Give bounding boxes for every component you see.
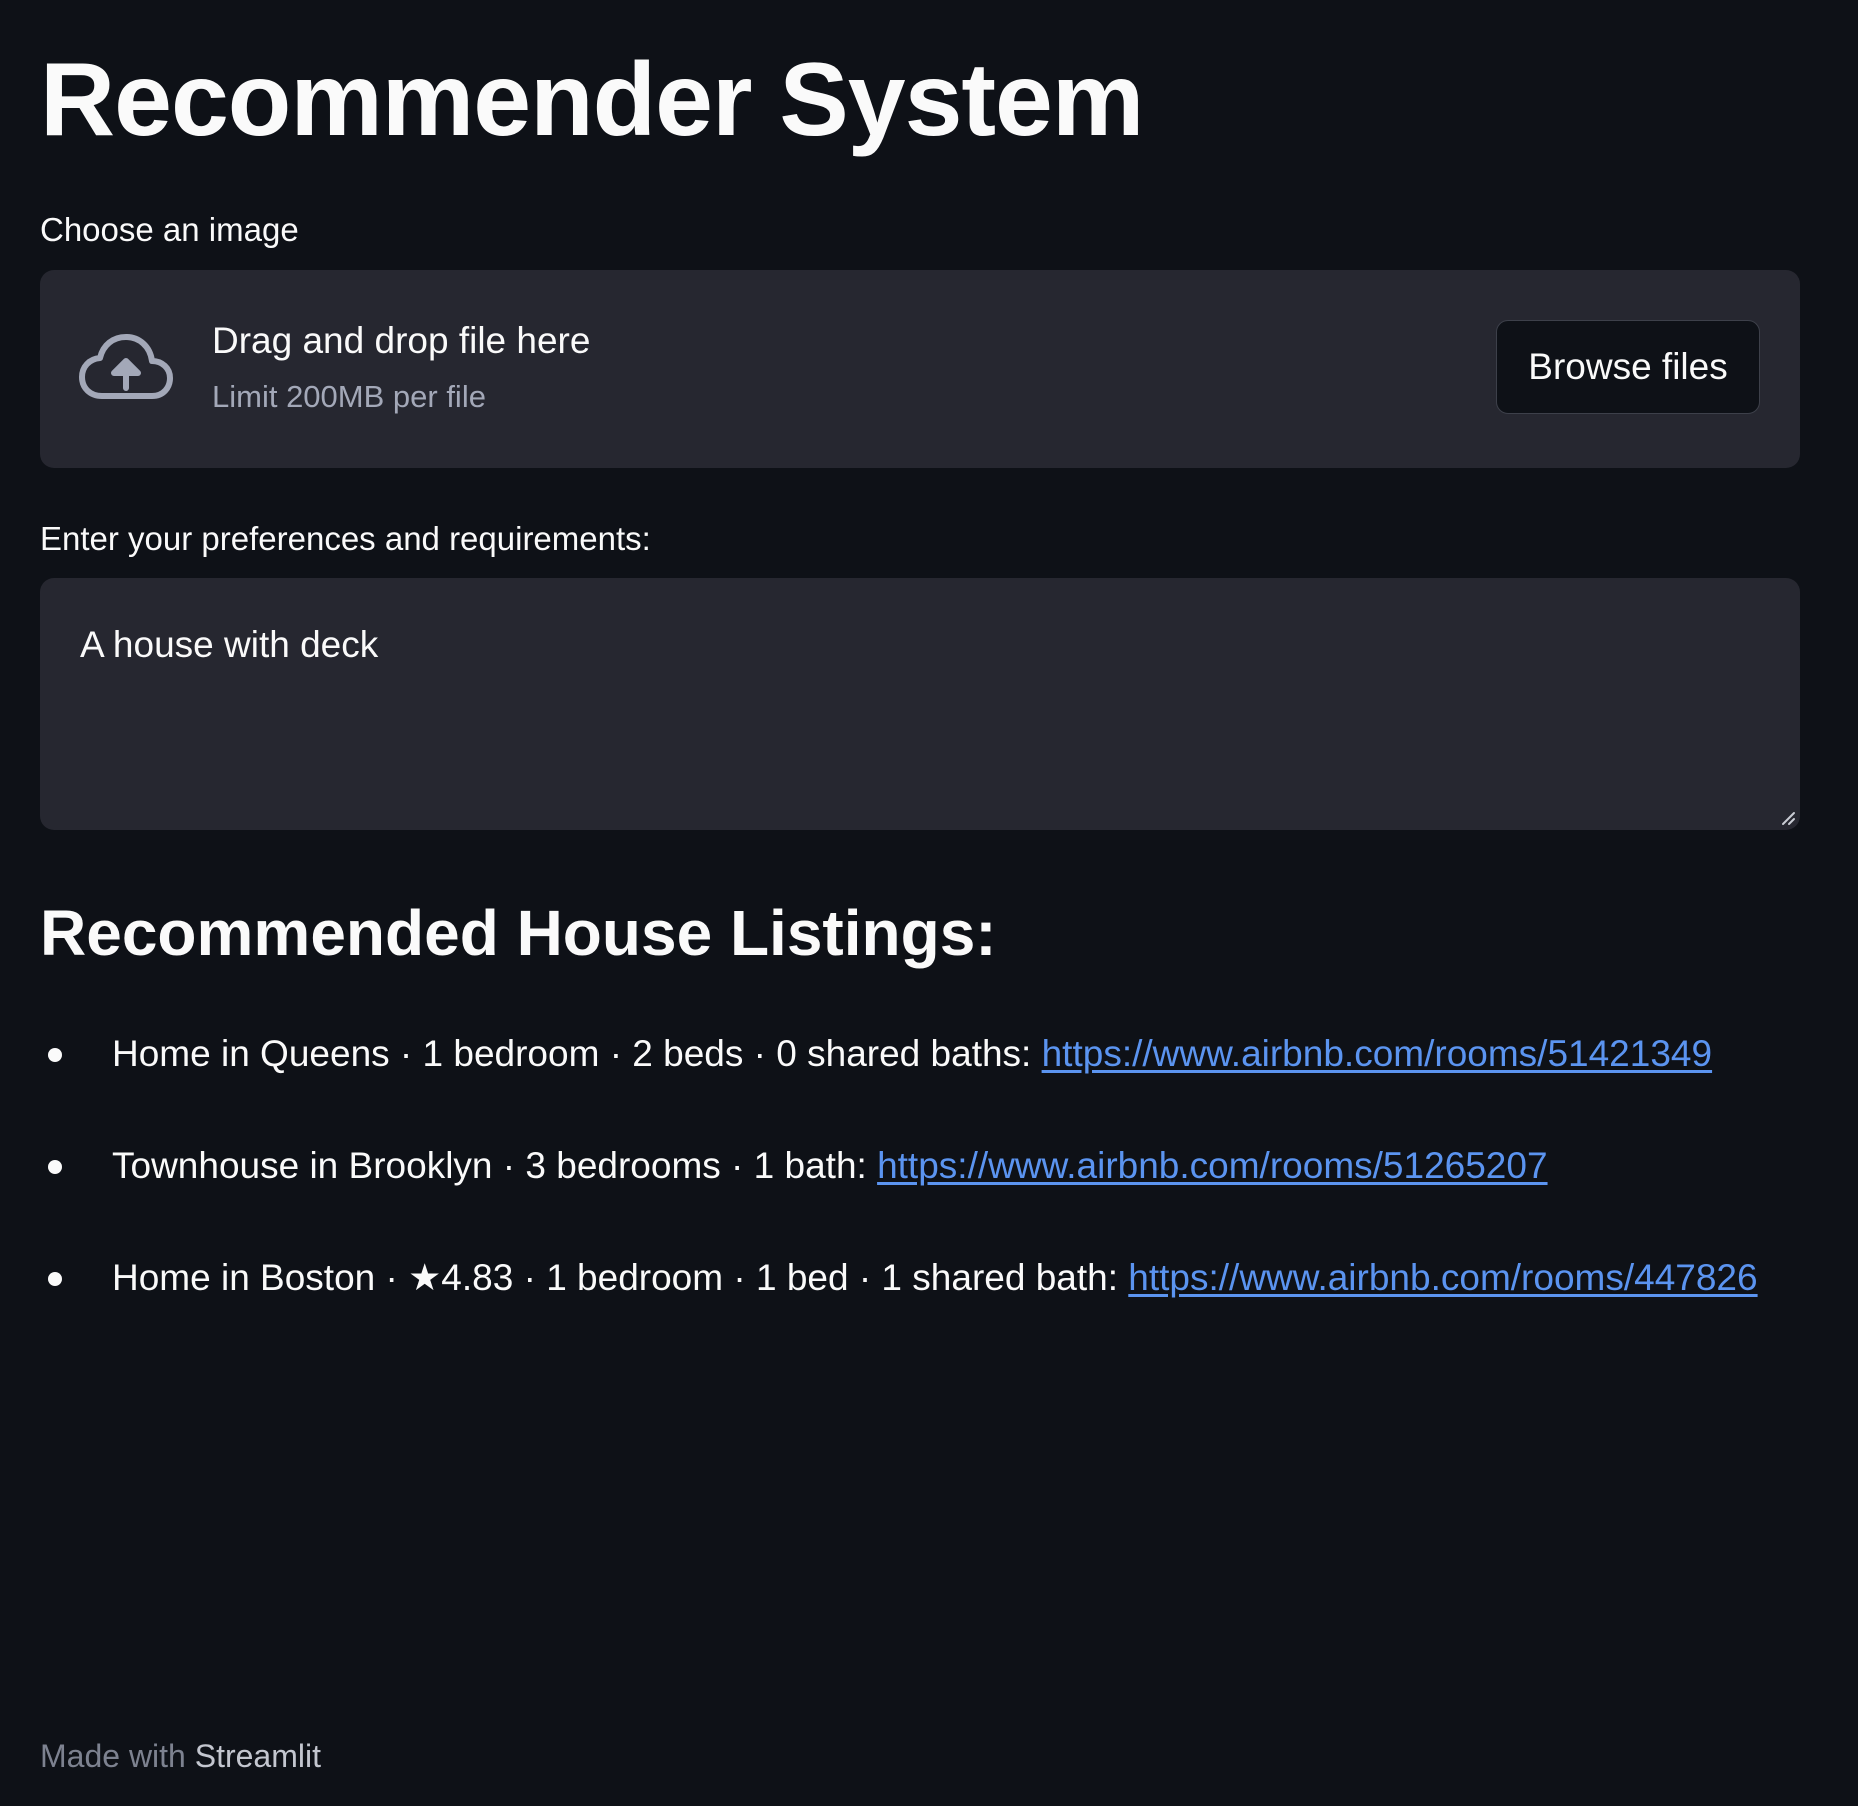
resize-handle-icon[interactable] xyxy=(1780,810,1796,826)
preferences-textarea[interactable]: A house with deck xyxy=(80,622,1760,802)
listing-text: Townhouse in Brooklyn · 3 bedrooms · 1 b… xyxy=(112,1136,1548,1196)
list-item: Home in Queens · 1 bedroom · 2 beds · 0 … xyxy=(40,1024,1800,1136)
list-item: Home in Boston · ★4.83 · 1 bedroom · 1 b… xyxy=(40,1248,1800,1360)
file-limit-text: Limit 200MB per file xyxy=(212,379,486,414)
dropzone-instructions: Drag and drop file here Limit 200MB per … xyxy=(212,318,590,416)
listing-description: Townhouse in Brooklyn · 3 bedrooms · 1 b… xyxy=(112,1145,878,1186)
listing-link[interactable]: https://www.airbnb.com/rooms/51421349 xyxy=(1042,1033,1712,1074)
listing-link[interactable]: https://www.airbnb.com/rooms/51265207 xyxy=(877,1145,1547,1186)
listing-description: Home in Queens · 1 bedroom · 2 beds · 0 … xyxy=(112,1033,1042,1074)
list-item: Townhouse in Brooklyn · 3 bedrooms · 1 b… xyxy=(40,1136,1800,1248)
page-title: Recommender System xyxy=(40,42,1144,158)
bullet-icon xyxy=(48,1048,62,1062)
preferences-textarea-container: A house with deck xyxy=(40,578,1800,830)
bullet-icon xyxy=(48,1272,62,1286)
recommendations-heading: Recommended House Listings: xyxy=(40,897,997,969)
uploader-label: Choose an image xyxy=(40,211,299,248)
bullet-icon xyxy=(48,1160,62,1174)
file-dropzone[interactable]: Drag and drop file here Limit 200MB per … xyxy=(40,270,1800,468)
streamlit-link[interactable]: Streamlit xyxy=(195,1738,321,1774)
listing-link[interactable]: https://www.airbnb.com/rooms/447826 xyxy=(1128,1257,1757,1298)
listing-text: Home in Boston · ★4.83 · 1 bedroom · 1 b… xyxy=(112,1248,1758,1308)
listing-description: Home in Boston · ★4.83 · 1 bedroom · 1 b… xyxy=(112,1257,1129,1298)
listing-text: Home in Queens · 1 bedroom · 2 beds · 0 … xyxy=(112,1024,1712,1084)
cloud-upload-icon xyxy=(78,330,174,406)
browse-files-button[interactable]: Browse files xyxy=(1496,320,1760,414)
preferences-label: Enter your preferences and requirements: xyxy=(40,520,651,557)
drop-text: Drag and drop file here xyxy=(212,320,591,361)
listing-list: Home in Queens · 1 bedroom · 2 beds · 0 … xyxy=(40,1024,1800,1360)
footer-prefix: Made with xyxy=(40,1738,195,1774)
footer: Made with Streamlit xyxy=(40,1736,321,1776)
